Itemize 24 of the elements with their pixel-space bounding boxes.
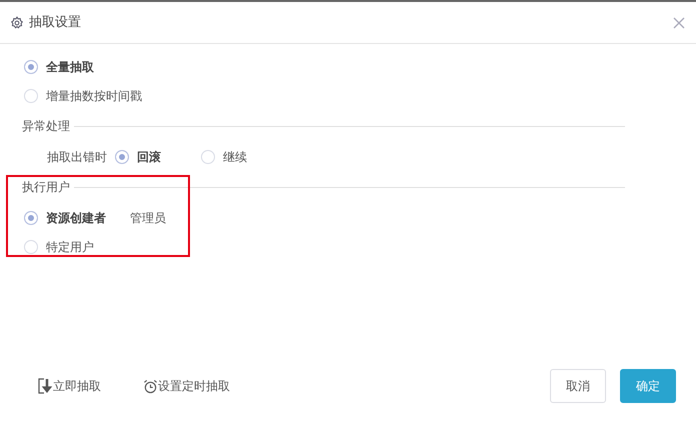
radio-button[interactable] — [24, 240, 38, 254]
radio-button[interactable] — [115, 150, 129, 164]
close-button[interactable] — [672, 16, 686, 30]
radio-button[interactable] — [24, 88, 38, 102]
option-label: 全量抽取 — [46, 58, 94, 76]
footer-link[interactable]: 立即抽取 — [38, 377, 101, 395]
option-label: 继续 — [223, 148, 247, 166]
download-icon — [38, 378, 53, 394]
radio-button[interactable] — [201, 150, 215, 164]
option-label: 回滚 — [137, 148, 161, 166]
section-title: 异常处理 — [22, 118, 70, 135]
field-label: 抽取出错时 — [47, 148, 107, 166]
option-label: 特定用户 — [46, 238, 94, 256]
alarm-clock-icon — [143, 378, 158, 394]
dialog-title: 抽取设置 — [29, 14, 81, 32]
radio-button[interactable] — [24, 60, 38, 74]
radio-button[interactable] — [24, 210, 38, 224]
cancel-button[interactable]: 取消 — [550, 369, 606, 403]
option-label: 资源创建者 — [46, 210, 106, 226]
settings-icon — [10, 16, 24, 30]
user-value: 管理员 — [130, 210, 166, 226]
option-label: 增量抽数按时间戳 — [46, 88, 142, 104]
section-title: 执行用户 — [22, 179, 70, 196]
footer-link[interactable]: 设置定时抽取 — [143, 377, 230, 395]
